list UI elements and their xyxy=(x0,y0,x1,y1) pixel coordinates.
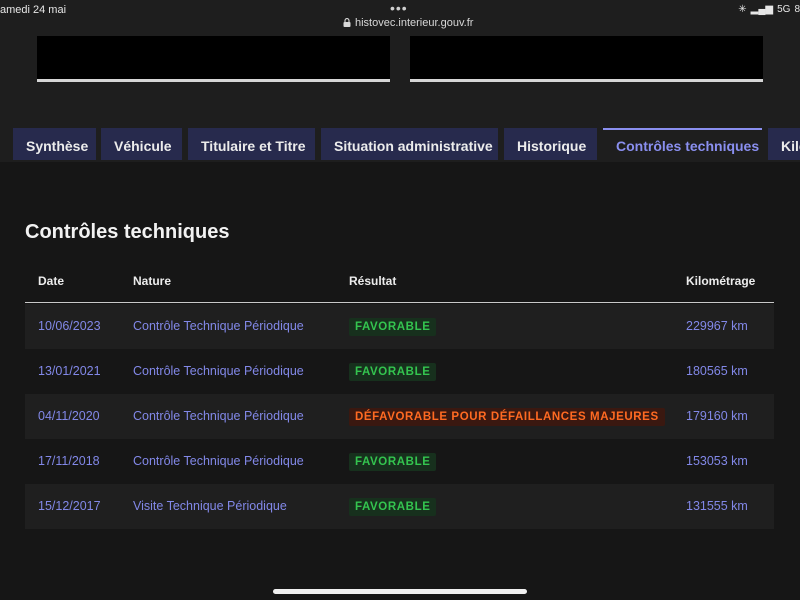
header-divider xyxy=(25,302,774,303)
info-card-right xyxy=(410,36,763,82)
column-header-nature: Nature xyxy=(133,274,172,288)
table-row: 10/06/2023 Contrôle Technique Périodique… xyxy=(25,304,774,349)
cell-date: 15/12/2017 xyxy=(38,499,101,513)
status-badge: FAVORABLE xyxy=(349,318,437,336)
cell-kilometrage: 180565 km xyxy=(686,364,748,378)
tab-kilometrage[interactable]: Kilo xyxy=(768,128,800,160)
cell-kilometrage: 179160 km xyxy=(686,409,748,423)
status-bar: amedi 24 mai ••• histovec.interieur.gouv… xyxy=(0,0,800,36)
status-badge: DÉFAVORABLE POUR DÉFAILLANCES MAJEURES xyxy=(349,408,665,426)
cell-kilometrage: 153053 km xyxy=(686,454,748,468)
home-indicator[interactable] xyxy=(273,589,527,594)
cell-date: 10/06/2023 xyxy=(38,319,101,333)
table-row: 15/12/2017 Visite Technique Périodique F… xyxy=(25,484,774,529)
tab-panel: Contrôles techniques Date Nature Résulta… xyxy=(0,162,800,600)
cell-nature: Visite Technique Périodique xyxy=(133,499,287,513)
cell-nature: Contrôle Technique Périodique xyxy=(133,364,304,378)
status-badge: FAVORABLE xyxy=(349,453,437,471)
signal-icon: ▂▄▆ xyxy=(750,4,774,15)
more-options-icon[interactable]: ••• xyxy=(390,0,408,16)
tab-vehicule[interactable]: Véhicule xyxy=(101,128,182,160)
table-row: 13/01/2021 Contrôle Technique Périodique… xyxy=(25,349,774,394)
status-badge: FAVORABLE xyxy=(349,498,437,516)
status-date: amedi 24 mai xyxy=(0,4,67,16)
tab-controles-techniques[interactable]: Contrôles techniques xyxy=(603,128,762,162)
info-card-left xyxy=(37,36,390,82)
cell-nature: Contrôle Technique Périodique xyxy=(133,454,304,468)
tab-bar: Synthèse Véhicule Titulaire et Titre Sit… xyxy=(0,128,800,162)
activity-icon: ✳ xyxy=(738,4,747,15)
section-title: Contrôles techniques xyxy=(25,221,230,243)
tab-historique[interactable]: Historique xyxy=(504,128,597,160)
cell-nature: Contrôle Technique Périodique xyxy=(133,319,304,333)
table-row: 04/11/2020 Contrôle Technique Périodique… xyxy=(25,394,774,439)
cell-kilometrage: 131555 km xyxy=(686,499,748,513)
cell-nature: Contrôle Technique Périodique xyxy=(133,409,304,423)
network-label: 5G xyxy=(777,4,791,15)
status-indicators: ✳ ▂▄▆ 5G 8 xyxy=(734,4,800,15)
tab-synthese[interactable]: Synthèse xyxy=(13,128,96,160)
lock-icon xyxy=(343,18,351,27)
column-header-date: Date xyxy=(38,274,65,288)
column-header-kilometrage: Kilométrage xyxy=(686,274,756,288)
cell-date: 13/01/2021 xyxy=(38,364,101,378)
cell-date: 04/11/2020 xyxy=(38,409,100,423)
address-bar[interactable]: histovec.interieur.gouv.fr xyxy=(343,17,473,29)
url-text: histovec.interieur.gouv.fr xyxy=(355,17,474,29)
column-header-resultat: Résultat xyxy=(349,274,397,288)
cell-kilometrage: 229967 km xyxy=(686,319,748,333)
tab-titulaire-et-titre[interactable]: Titulaire et Titre xyxy=(188,128,315,160)
status-badge: FAVORABLE xyxy=(349,363,437,381)
table-row: 17/11/2018 Contrôle Technique Périodique… xyxy=(25,439,774,484)
cell-date: 17/11/2018 xyxy=(38,454,100,468)
tab-situation-administrative[interactable]: Situation administrative xyxy=(321,128,498,160)
battery-label: 8 xyxy=(794,4,800,15)
